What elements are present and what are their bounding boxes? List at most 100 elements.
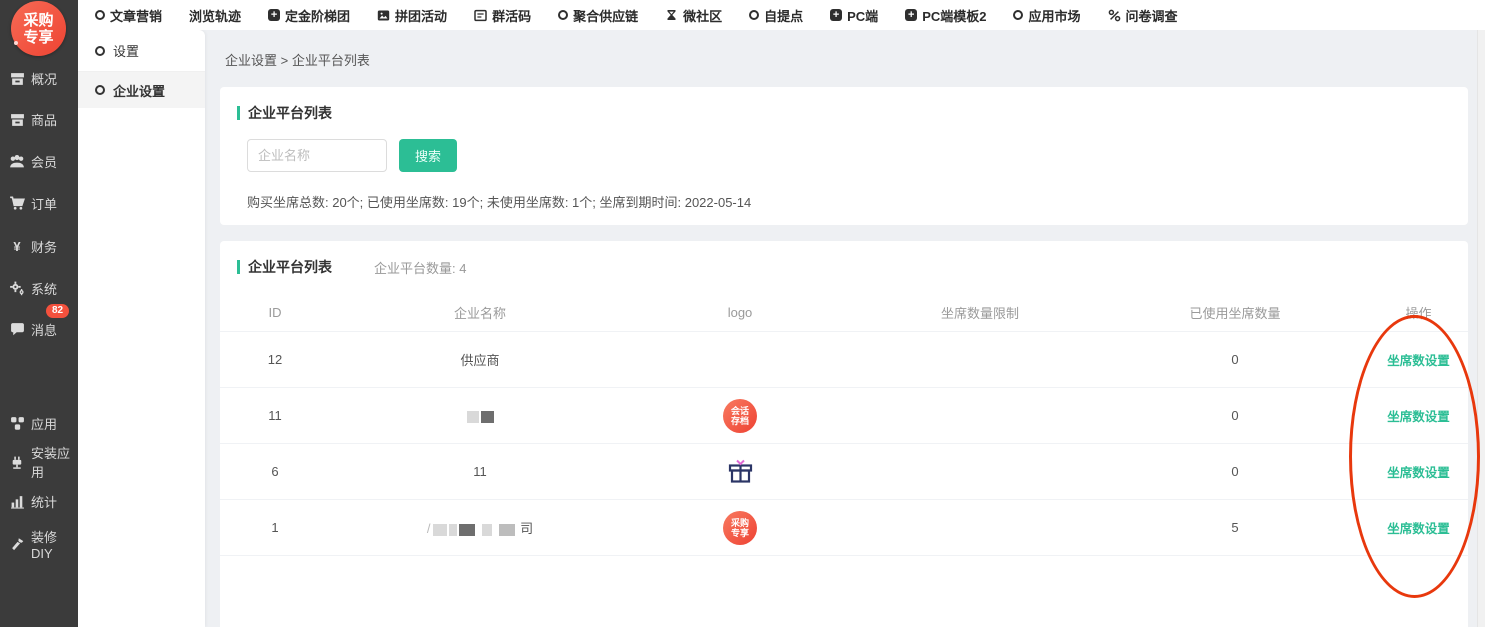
hammer-icon: [9, 536, 25, 552]
sidebar-item-goods[interactable]: 商品: [0, 110, 78, 128]
main-content: 企业设置 > 企业平台列表 企业平台列表 搜索 购买坐席总数: 20个; 已使用…: [205, 30, 1477, 627]
nav-label: PC端模板2: [922, 6, 986, 25]
top-navigation-bar: 文章营销 浏览轨迹 定金阶梯团 拼团活动 群活码 聚合供应链 微社区 自提点: [78, 0, 1485, 30]
nav-label: 微社区: [683, 6, 722, 25]
redacted-text: [481, 411, 494, 423]
seat-settings-link[interactable]: 坐席数设置: [1387, 354, 1450, 368]
app-logo-text-line1: 采购: [23, 12, 53, 29]
plus-square-icon: [268, 9, 280, 21]
panel-header: 企业平台列表: [237, 103, 332, 123]
sidebar-item-messages[interactable]: 消息 82: [0, 320, 78, 338]
enterprise-search-panel: 企业平台列表 搜索 购买坐席总数: 20个; 已使用坐席数: 19个; 未使用坐…: [220, 87, 1468, 225]
cell-id: 6: [220, 464, 330, 479]
hourglass-icon: [665, 9, 678, 22]
circle-icon: [1013, 10, 1023, 20]
nav-item-pc-template2[interactable]: PC端模板2: [905, 6, 986, 25]
image-icon: [377, 9, 390, 22]
table-row: 12 供应商 0 坐席数设置: [220, 332, 1468, 388]
nav-item-app-market[interactable]: 应用市场: [1013, 6, 1080, 25]
search-button[interactable]: 搜索: [399, 139, 457, 172]
sidebar-item-install-apps[interactable]: 安装应用: [0, 453, 78, 471]
settings-submenu: 设置 企业设置: [78, 30, 205, 627]
circle-icon: [558, 10, 568, 20]
gears-icon: [9, 280, 25, 296]
redacted-text: [433, 524, 447, 536]
cell-id: 11: [220, 408, 330, 423]
cell-seats-used: 0: [1110, 408, 1360, 423]
sidebar-item-overview[interactable]: 概况: [0, 69, 78, 87]
cell-name: 供应商: [330, 350, 630, 369]
nav-label: 文章营销: [110, 6, 162, 25]
submenu-item-settings[interactable]: 设置: [78, 30, 205, 72]
circle-icon: [95, 10, 105, 20]
column-header-seat-limit: 坐席数量限制: [850, 303, 1110, 322]
nav-item-article-marketing[interactable]: 文章营销: [95, 6, 162, 25]
sidebar-item-orders[interactable]: 订单: [0, 194, 78, 212]
nav-item-group-activity[interactable]: 拼团活动: [377, 6, 447, 25]
logo-text: 存档: [731, 416, 749, 426]
nav-item-pickup-point[interactable]: 自提点: [749, 6, 803, 25]
top-nav: 文章营销 浏览轨迹 定金阶梯团 拼团活动 群活码 聚合供应链 微社区 自提点: [78, 6, 1178, 25]
enterprise-name-input[interactable]: [247, 139, 387, 172]
main-sidebar: 采购 专享 概况 商品 会员 订单 ¥ 财务 系统 消息 82 应用 安装应用: [0, 0, 78, 627]
nav-item-micro-community[interactable]: 微社区: [665, 6, 722, 25]
column-header-id: ID: [220, 305, 330, 320]
table-header-row: ID 企业名称 logo 坐席数量限制 已使用坐席数量 操作: [220, 293, 1468, 332]
apps-icon: [9, 415, 25, 431]
sidebar-item-label: 应用: [31, 414, 57, 433]
nav-item-pc[interactable]: PC端: [830, 6, 878, 25]
seat-settings-link[interactable]: 坐席数设置: [1387, 466, 1450, 480]
section-accent-bar: [237, 260, 240, 274]
cell-name: / 司: [330, 518, 630, 537]
seat-settings-link[interactable]: 坐席数设置: [1387, 522, 1450, 536]
nav-item-browse-track[interactable]: 浏览轨迹: [189, 6, 241, 25]
cell-logo: [630, 458, 850, 485]
cell-seats-used: 0: [1110, 352, 1360, 367]
sidebar-item-members[interactable]: 会员: [0, 152, 78, 170]
chat-bubble-icon: [9, 321, 25, 337]
company-logo-badge: 采购 专享: [723, 511, 757, 545]
link-icon: [1108, 9, 1121, 22]
nav-item-group-qr[interactable]: 群活码: [474, 6, 531, 25]
plus-square-icon: [830, 9, 842, 21]
sidebar-item-apps[interactable]: 应用: [0, 414, 78, 432]
circle-icon: [95, 46, 105, 56]
redacted-text: [449, 524, 457, 536]
sidebar-item-label: 装修DIY: [31, 527, 78, 561]
submenu-label: 企业设置: [113, 81, 165, 100]
plus-square-icon: [905, 9, 917, 21]
nav-label: 聚合供应链: [573, 6, 638, 25]
cell-name: [330, 408, 630, 423]
sidebar-item-label: 系统: [31, 279, 57, 298]
vertical-scrollbar[interactable]: [1477, 30, 1485, 627]
overview-icon: [9, 70, 25, 86]
seat-settings-link[interactable]: 坐席数设置: [1387, 410, 1450, 424]
nav-item-deposit-ladder-group[interactable]: 定金阶梯团: [268, 6, 350, 25]
sidebar-item-label: 概况: [31, 69, 57, 88]
section-accent-bar: [237, 106, 240, 120]
panel-title: 企业平台列表: [248, 257, 332, 277]
cell-id: 12: [220, 352, 330, 367]
cell-name: 11: [330, 464, 630, 479]
sidebar-item-statistics[interactable]: 统计: [0, 492, 78, 510]
submenu-label: 设置: [113, 41, 139, 60]
app-logo: 采购 专享: [11, 1, 66, 56]
submenu-item-enterprise-settings[interactable]: 企业设置: [78, 72, 205, 108]
nav-label: 应用市场: [1028, 6, 1080, 25]
sidebar-item-system[interactable]: 系统: [0, 279, 78, 297]
logo-text: 采购: [731, 518, 749, 528]
nav-label: 浏览轨迹: [189, 6, 241, 25]
sidebar-item-label: 订单: [31, 194, 57, 213]
cell-logo: 采购 专享: [630, 511, 850, 545]
sidebar-item-finance[interactable]: ¥ 财务: [0, 237, 78, 255]
logo-sparkle: [14, 41, 18, 45]
nav-label: 群活码: [492, 6, 531, 25]
company-name-suffix: 司: [520, 521, 533, 536]
column-header-seats-used: 已使用坐席数量: [1110, 303, 1360, 322]
nav-item-supply-chain[interactable]: 聚合供应链: [558, 6, 638, 25]
nav-item-survey[interactable]: 问卷调查: [1108, 6, 1178, 25]
column-header-logo: logo: [630, 305, 850, 320]
cell-seats-used: 5: [1110, 520, 1360, 535]
sidebar-item-label: 安装应用: [31, 443, 78, 481]
sidebar-item-decorate-diy[interactable]: 装修DIY: [0, 535, 78, 553]
